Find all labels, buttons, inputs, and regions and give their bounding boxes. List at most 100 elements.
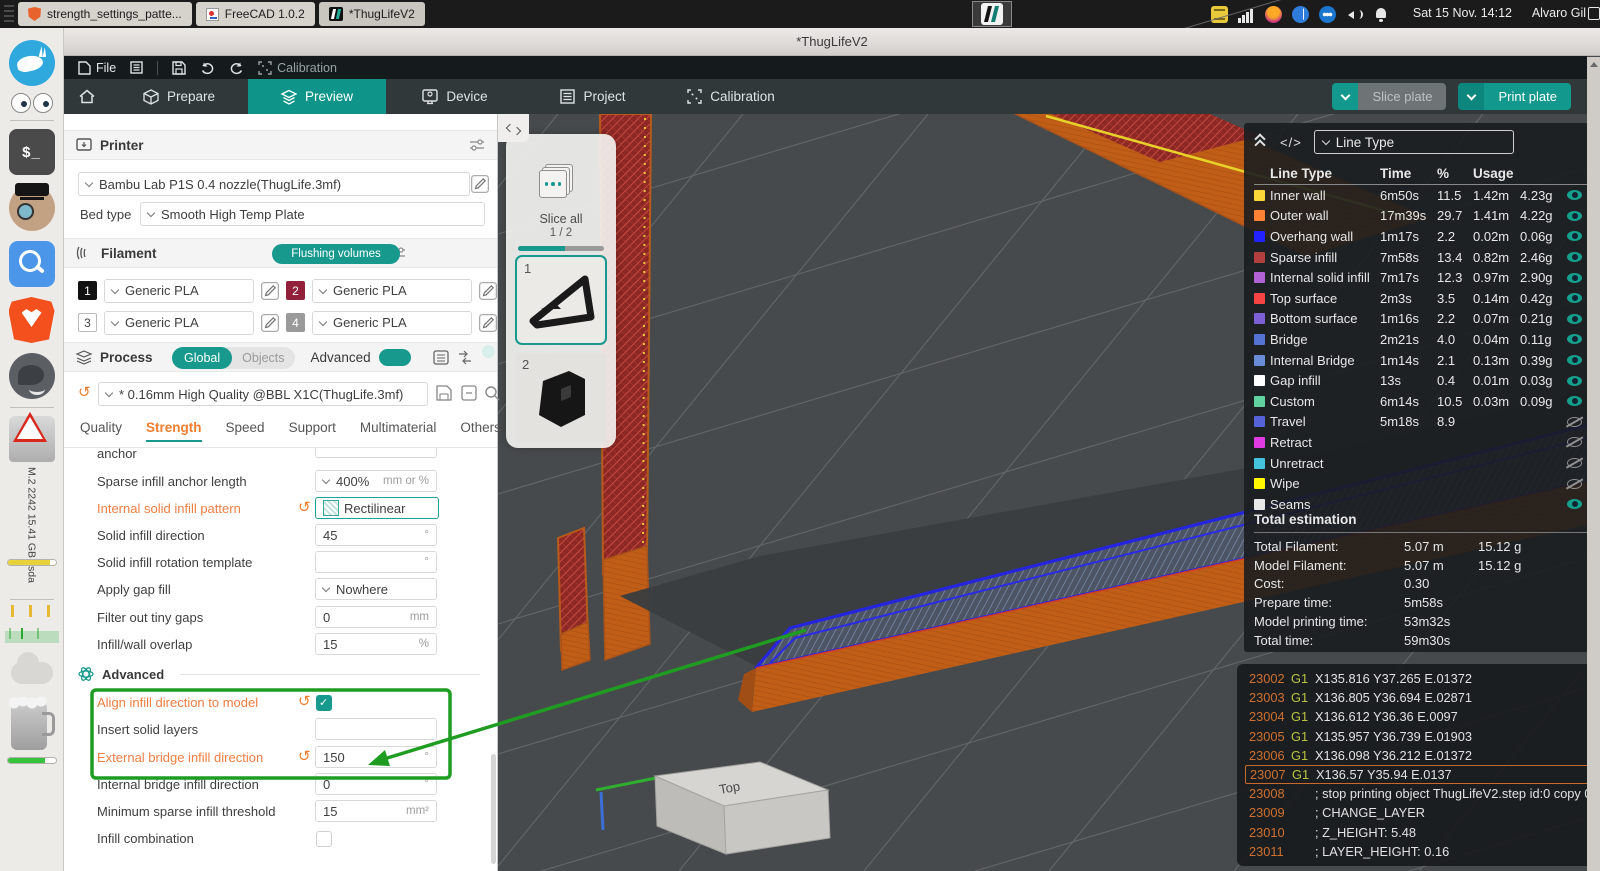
xeyes-icon[interactable] (9, 93, 55, 115)
gap-fill-dropdown[interactable]: Nowhere (315, 578, 437, 600)
edit-filament-icon[interactable] (479, 282, 497, 300)
min-sparse-input[interactable]: 15 mm² (315, 800, 437, 822)
trash-icon[interactable] (11, 704, 47, 750)
process-section-header[interactable]: Process Global Objects Advanced (64, 342, 497, 372)
view-mode-dropdown[interactable]: Line Type (1314, 130, 1514, 154)
edit-filament-icon[interactable] (261, 282, 279, 300)
tab-preview[interactable]: Preview (248, 79, 386, 114)
global-segment[interactable]: Global (172, 347, 232, 369)
sliced-pillar-sliver[interactable] (558, 528, 590, 670)
gcode-line[interactable]: 23004 G1 X136.612 Y36.36 E.0097 (1245, 707, 1593, 726)
filament-slot-number[interactable]: 3 (78, 313, 97, 332)
visibility-eye-icon[interactable] (1567, 417, 1582, 427)
undo-button[interactable] (200, 61, 215, 75)
file-menu[interactable]: File (78, 61, 116, 75)
task-button-bambustudio[interactable]: *ThugLifeV2 (319, 2, 425, 26)
volume-icon[interactable] (1346, 6, 1363, 23)
reset-icon[interactable]: ↺ (298, 500, 311, 515)
infill-combination-checkbox[interactable] (316, 831, 332, 847)
process-tab[interactable]: Strength (146, 420, 202, 442)
internal-bridge-input[interactable]: 0 ° (315, 773, 437, 795)
brave-browser-icon[interactable] (9, 297, 55, 343)
gcode-line[interactable]: 23006 G1 X136.098 Y36.212 E.01372 (1245, 746, 1593, 765)
thunderbird-icon[interactable] (9, 353, 55, 399)
terminal-icon[interactable]: $_ (9, 129, 55, 175)
filament-type-dropdown[interactable]: Generic PLA (312, 311, 472, 335)
gcode-line[interactable]: 23007 G1 X136.57 Y35.94 E.0137 (1245, 765, 1593, 784)
scroll-up-arrow[interactable] (1590, 62, 1598, 67)
visibility-eye-icon[interactable] (1567, 355, 1582, 365)
task-button-browser[interactable]: strength_settings_patte... (18, 2, 192, 26)
clipped-input[interactable] (315, 448, 437, 458)
slice-dropdown[interactable] (1332, 83, 1358, 110)
filament-slot-number[interactable]: 2 (286, 281, 305, 300)
plate-thumbnail-1[interactable]: 1 (515, 255, 607, 345)
visibility-eye-icon[interactable] (1567, 190, 1582, 200)
visibility-eye-icon[interactable] (1567, 499, 1582, 509)
system-monitor-graph[interactable] (5, 603, 59, 643)
tiny-gaps-input[interactable]: 0 mm (315, 606, 437, 628)
window-titlebar[interactable]: *ThugLifeV2 (64, 28, 1600, 56)
reset-preset-icon[interactable]: ↺ (78, 385, 91, 400)
visibility-eye-icon[interactable] (1567, 211, 1582, 221)
user-menu[interactable]: Alvaro Gil (1532, 6, 1586, 20)
filament-type-dropdown[interactable]: Generic PLA (104, 311, 254, 335)
nextcloud-icon[interactable] (1319, 6, 1336, 23)
global-objects-toggle[interactable]: Global Objects (172, 347, 295, 369)
save-button[interactable] (172, 61, 186, 75)
filament-type-dropdown[interactable]: Generic PLA (312, 279, 472, 303)
sidebar-collapse-button[interactable] (498, 114, 529, 142)
insert-solid-layers-input[interactable] (315, 718, 437, 740)
edit-printer-icon[interactable] (471, 175, 489, 193)
tab-prepare[interactable]: Prepare (110, 79, 248, 114)
gcode-line[interactable]: 23002 G1 X135.816 Y37.265 E.01372 (1245, 669, 1593, 688)
overlap-input[interactable]: 15 % (315, 633, 437, 655)
gcode-line[interactable]: 23009 ; CHANGE_LAYER (1245, 803, 1593, 822)
reset-icon[interactable]: ↺ (298, 694, 311, 709)
visibility-eye-icon[interactable] (1567, 252, 1582, 262)
task-button-freecad[interactable]: FreeCAD 1.0.2 (196, 2, 315, 26)
redo-button[interactable] (229, 61, 244, 75)
settings-scroll-area[interactable]: anchor Sparse infill anchor length 400% … (64, 448, 497, 871)
edit-filament-icon[interactable] (479, 314, 497, 332)
visibility-eye-icon[interactable] (1567, 314, 1582, 324)
tab-device[interactable]: Device (386, 79, 524, 114)
visibility-eye-icon[interactable] (1567, 458, 1582, 468)
process-tab[interactable]: Speed (226, 420, 265, 442)
filament-slot-number[interactable]: 4 (286, 313, 305, 332)
active-app-indicator[interactable] (972, 1, 1012, 27)
gcode-line[interactable]: 23010 ; Z_HEIGHT: 5.48 (1245, 823, 1593, 842)
visibility-eye-icon[interactable] (1567, 437, 1582, 447)
visibility-eye-icon[interactable] (1567, 293, 1582, 303)
filament-section-header[interactable]: Filament Flushing volumes (64, 238, 497, 268)
cloud-status-icon[interactable] (9, 648, 55, 694)
visibility-eye-icon[interactable] (1567, 396, 1582, 406)
gcode-viewer-icon[interactable]: </> (1280, 135, 1302, 150)
window-scrollbar[interactable] (1587, 57, 1600, 871)
parameter-table-icon[interactable] (433, 350, 449, 365)
slice-plate-button[interactable]: Slice plate (1332, 83, 1446, 110)
print-plate-button[interactable]: Print plate (1458, 83, 1571, 110)
objects-segment[interactable]: Objects (232, 351, 294, 365)
gcode-line[interactable]: 23005 G1 X135.957 Y36.739 E.01903 (1245, 727, 1593, 746)
calibration-menu[interactable]: Calibration (258, 61, 337, 75)
reset-icon[interactable]: ↺ (298, 749, 311, 764)
firewall-tray-icon[interactable] (1265, 6, 1282, 23)
process-tab[interactable]: Quality (80, 420, 122, 442)
notifications-icon[interactable] (1373, 6, 1390, 23)
cat-app-icon[interactable] (9, 185, 55, 231)
bluetooth-icon[interactable] (1292, 6, 1309, 23)
tab-calibration[interactable]: Calibration (662, 79, 800, 114)
printer-section-header[interactable]: Printer (64, 130, 497, 160)
save-preset-icon[interactable] (436, 385, 452, 401)
tab-home[interactable] (64, 79, 110, 114)
print-dropdown[interactable] (1458, 83, 1484, 110)
clock[interactable]: Sat 15 Nov. 14:12 (1413, 6, 1512, 20)
sidebar-scrollbar-thumb[interactable] (491, 754, 496, 864)
bed-type-dropdown[interactable]: Smooth High Temp Plate (140, 202, 485, 226)
tab-project[interactable]: Project (524, 79, 662, 114)
visibility-eye-icon[interactable] (1567, 334, 1582, 344)
disk-warning-icon[interactable]: ! (9, 416, 55, 462)
printer-settings-icon[interactable] (469, 138, 485, 152)
align-infill-checkbox[interactable] (316, 695, 332, 711)
